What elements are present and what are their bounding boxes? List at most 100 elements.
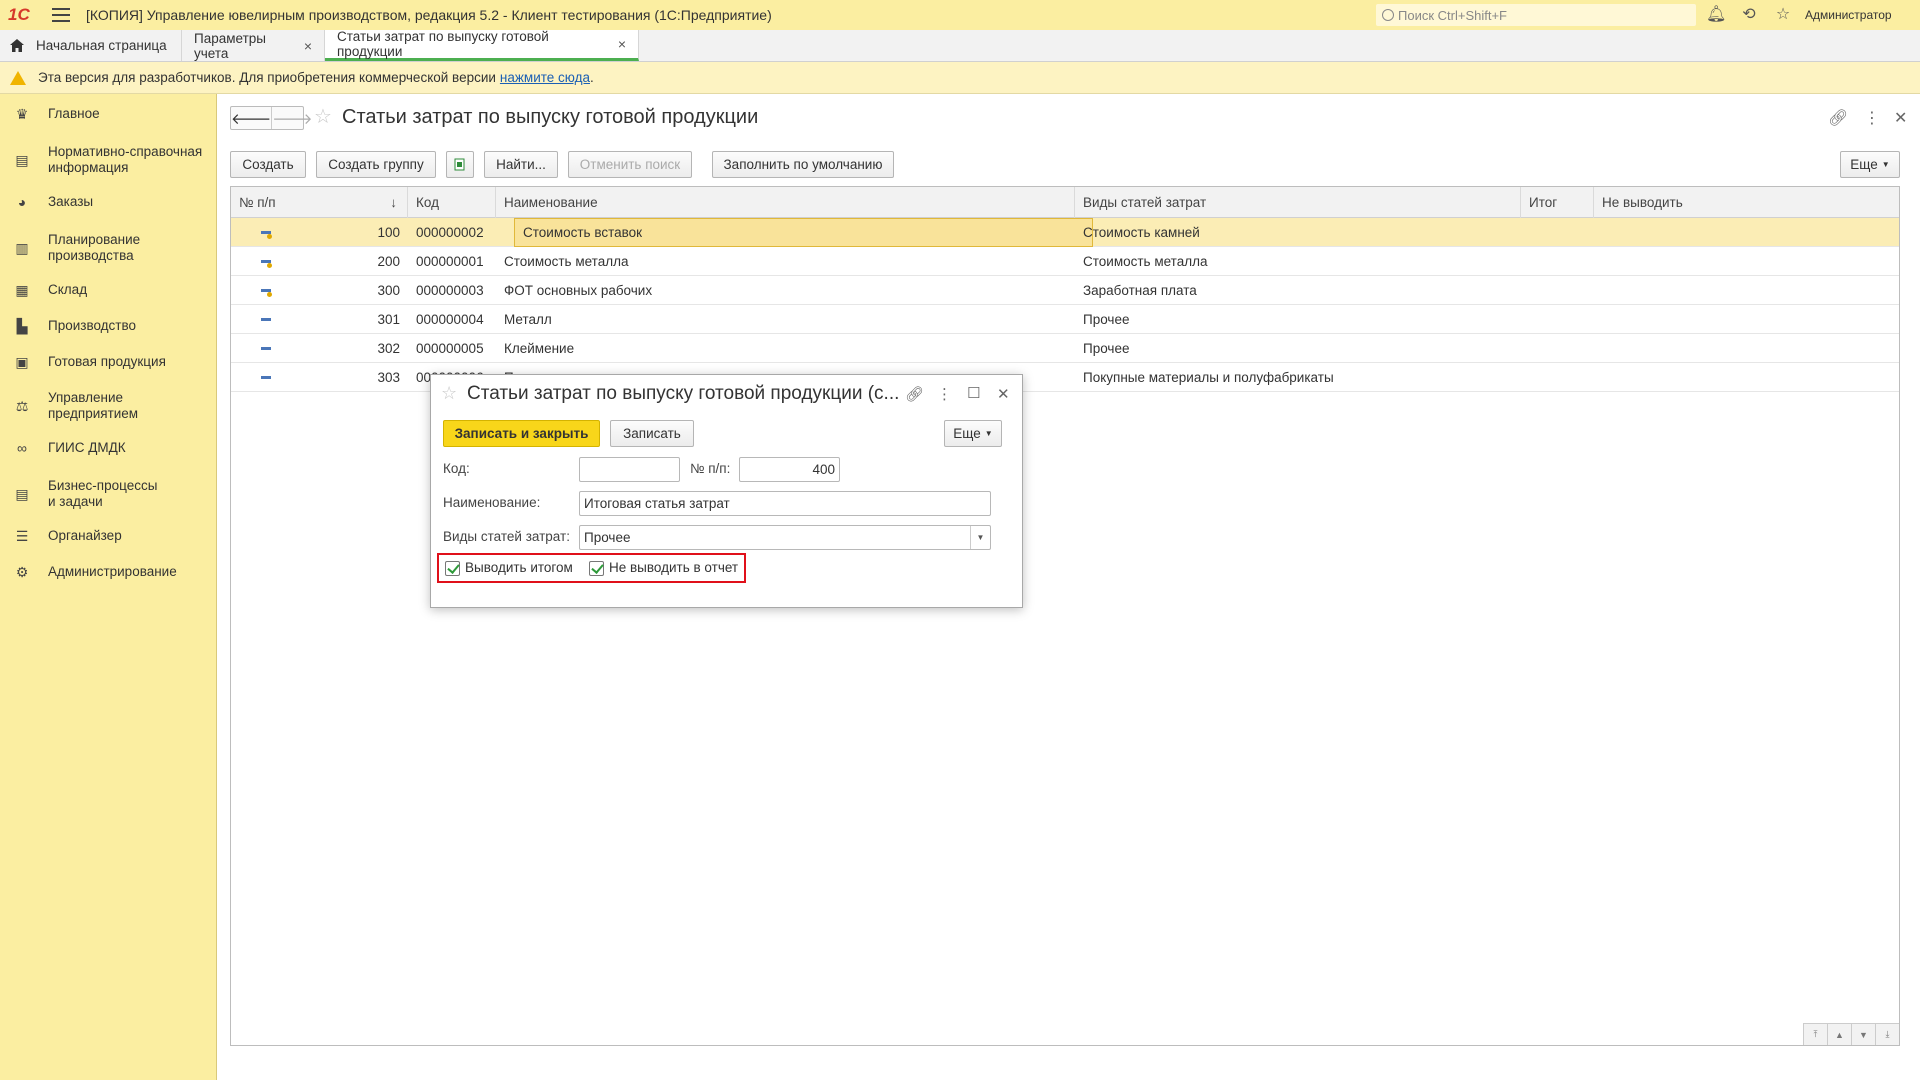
crown-icon: ♛: [15, 106, 29, 122]
notice-text: Эта версия для разработчиков. Для приобр…: [38, 70, 496, 85]
find-button[interactable]: Найти...: [484, 151, 558, 178]
title-bar: 1С [КОПИЯ] Управление ювелирным производ…: [0, 0, 1920, 30]
developer-notice: Эта версия для разработчиков. Для приобр…: [0, 62, 1920, 94]
col-kind[interactable]: Виды статей затрат: [1075, 187, 1521, 218]
sidebar-item-planning[interactable]: ▥ Планирование производства: [0, 230, 217, 266]
cost-items-table[interactable]: № п/п ↓ Код Наименование Виды статей затр…: [230, 186, 1900, 1046]
name-field[interactable]: Итоговая статья затрат: [579, 491, 991, 516]
col-code[interactable]: Код: [408, 187, 496, 218]
sidebar-item-management[interactable]: ⚖ Управление предприятием: [0, 388, 217, 424]
cancel-search-button[interactable]: Отменить поиск: [568, 151, 692, 178]
search-icon: [1382, 9, 1394, 21]
table-row[interactable]: 100 000000002 Стоимость вставок Стоимост…: [231, 218, 1899, 247]
menu-icon[interactable]: [52, 8, 70, 22]
kind-select[interactable]: Прочее ▼: [579, 525, 991, 550]
tab-cost-items[interactable]: Статьи затрат по выпуску готовой продукц…: [325, 29, 639, 61]
hide-checkbox-label[interactable]: Не выводить в отчет: [609, 560, 738, 575]
forward-arrow-icon[interactable]: 🡒: [271, 107, 312, 129]
item-icon: [261, 260, 272, 268]
favorite-star-icon[interactable]: ☆: [441, 383, 457, 404]
more-vertical-icon[interactable]: ⋮: [1864, 108, 1880, 128]
nav-buttons: 🡐 🡒: [230, 106, 312, 130]
sidebar-item-label: Главное: [48, 106, 100, 121]
app-title: [КОПИЯ] Управление ювелирным производств…: [86, 7, 772, 23]
app-logo[interactable]: 1С: [8, 5, 38, 25]
maximize-icon[interactable]: ☐: [967, 384, 980, 402]
link-icon[interactable]: 🔗︎: [1828, 108, 1848, 128]
sidebar-item-orders[interactable]: ◕ Заказы: [0, 192, 217, 212]
close-icon[interactable]: ×: [618, 36, 626, 52]
scroll-up-icon[interactable]: ▲: [1827, 1023, 1851, 1045]
sidebar-item-production[interactable]: ▙ Производство: [0, 316, 217, 336]
link-icon[interactable]: 🔗︎: [905, 385, 924, 403]
sidebar-item-label: Управление предприятием: [48, 390, 139, 421]
hide-checkbox[interactable]: [589, 561, 604, 576]
favorites-star-icon[interactable]: ☆: [1774, 6, 1792, 24]
kind-label: Виды статей затрат:: [443, 529, 570, 544]
scroll-top-icon[interactable]: ⤒: [1803, 1023, 1827, 1045]
item-icon: [261, 318, 271, 321]
total-checkbox-label[interactable]: Выводить итогом: [465, 560, 573, 575]
code-field[interactable]: [579, 457, 680, 482]
create-button[interactable]: Создать: [230, 151, 306, 178]
pie-icon: ◕: [17, 194, 27, 210]
code-label: Код:: [443, 461, 470, 476]
more-vertical-icon[interactable]: ⋮: [937, 385, 952, 403]
sidebar-item-label: Бизнес-процессы и задачи: [48, 478, 158, 509]
more-button[interactable]: Еще ▼: [944, 420, 1002, 447]
col-num[interactable]: № п/п ↓: [231, 187, 408, 218]
sidebar-item-reference[interactable]: ▤ Нормативно-справочная информация: [0, 142, 217, 178]
col-total[interactable]: Итог: [1521, 187, 1594, 218]
buy-link[interactable]: нажмите сюда: [500, 70, 590, 85]
item-icon: [261, 347, 271, 350]
table-row[interactable]: 301 000000004 Металл Прочее: [231, 305, 1899, 334]
scroll-bottom-icon[interactable]: ⤓: [1875, 1023, 1899, 1045]
bell-icon[interactable]: 🔔︎: [1706, 6, 1726, 24]
back-arrow-icon[interactable]: 🡐: [231, 107, 271, 129]
warning-icon: [10, 70, 26, 85]
copy-icon[interactable]: [446, 151, 474, 178]
process-icon: ▤: [15, 486, 29, 502]
chevron-down-icon: ▼: [984, 429, 993, 438]
search-input[interactable]: Поиск Ctrl+Shift+F: [1376, 4, 1696, 26]
scroll-down-icon[interactable]: ▼: [1851, 1023, 1875, 1045]
tab-home[interactable]: Начальная страница: [0, 30, 182, 61]
col-hide[interactable]: Не выводить: [1594, 187, 1899, 218]
page-title: Статьи затрат по выпуску готовой продукц…: [342, 106, 759, 128]
sidebar-item-business-processes[interactable]: ▤ Бизнес-процессы и задачи: [0, 476, 217, 512]
col-name[interactable]: Наименование: [496, 187, 1075, 218]
history-icon[interactable]: ⟲: [1740, 6, 1758, 24]
checkbox-group: Выводить итогом Не выводить в отчет: [437, 553, 746, 583]
sidebar-item-label: Администрирование: [48, 564, 177, 579]
table-row[interactable]: 300 000000003 ФОТ основных рабочих Зараб…: [231, 276, 1899, 305]
more-button[interactable]: Еще ▼: [1840, 151, 1900, 178]
close-icon[interactable]: ✕: [997, 385, 1010, 403]
num-field[interactable]: 400: [739, 457, 840, 482]
sidebar-item-label: Планирование производства: [48, 232, 141, 263]
organizer-icon: ☰: [15, 528, 29, 544]
create-group-button[interactable]: Создать группу: [316, 151, 436, 178]
favorite-star-icon[interactable]: ☆: [314, 104, 332, 129]
sidebar-item-warehouse[interactable]: ▦ Склад: [0, 280, 217, 300]
save-button[interactable]: Записать: [610, 420, 694, 447]
sidebar-item-giis[interactable]: ∞ ГИИС ДМДК: [0, 438, 217, 458]
user-name[interactable]: Администратор: [1805, 8, 1892, 22]
table-row[interactable]: 302 000000005 Клеймение Прочее: [231, 334, 1899, 363]
sidebar-item-organizer[interactable]: ☰ Органайзер: [0, 526, 217, 546]
more-label: Еще: [953, 426, 981, 441]
sidebar-item-label: Склад: [48, 282, 88, 297]
table-row[interactable]: 200 000000001 Стоимость металла Стоимост…: [231, 247, 1899, 276]
close-icon[interactable]: ×: [304, 38, 312, 54]
tab-label: Параметры учета: [194, 30, 266, 61]
dialog-title: Статьи затрат по выпуску готовой продукц…: [467, 383, 900, 404]
save-close-button[interactable]: Записать и закрыть: [443, 420, 600, 447]
factory-icon: ▙: [16, 318, 28, 334]
chevron-down-icon[interactable]: ▼: [970, 526, 990, 549]
fill-default-button[interactable]: Заполнить по умолчанию: [712, 151, 894, 178]
tab-accounting-params[interactable]: Параметры учета ×: [182, 30, 325, 61]
sidebar-item-main[interactable]: ♛ Главное: [0, 104, 217, 124]
close-icon[interactable]: ✕: [1894, 108, 1907, 128]
sidebar-item-admin[interactable]: ⚙ Администрирование: [0, 562, 217, 582]
total-checkbox[interactable]: [445, 561, 460, 576]
sidebar-item-finished-goods[interactable]: ▣ Готовая продукция: [0, 352, 217, 372]
